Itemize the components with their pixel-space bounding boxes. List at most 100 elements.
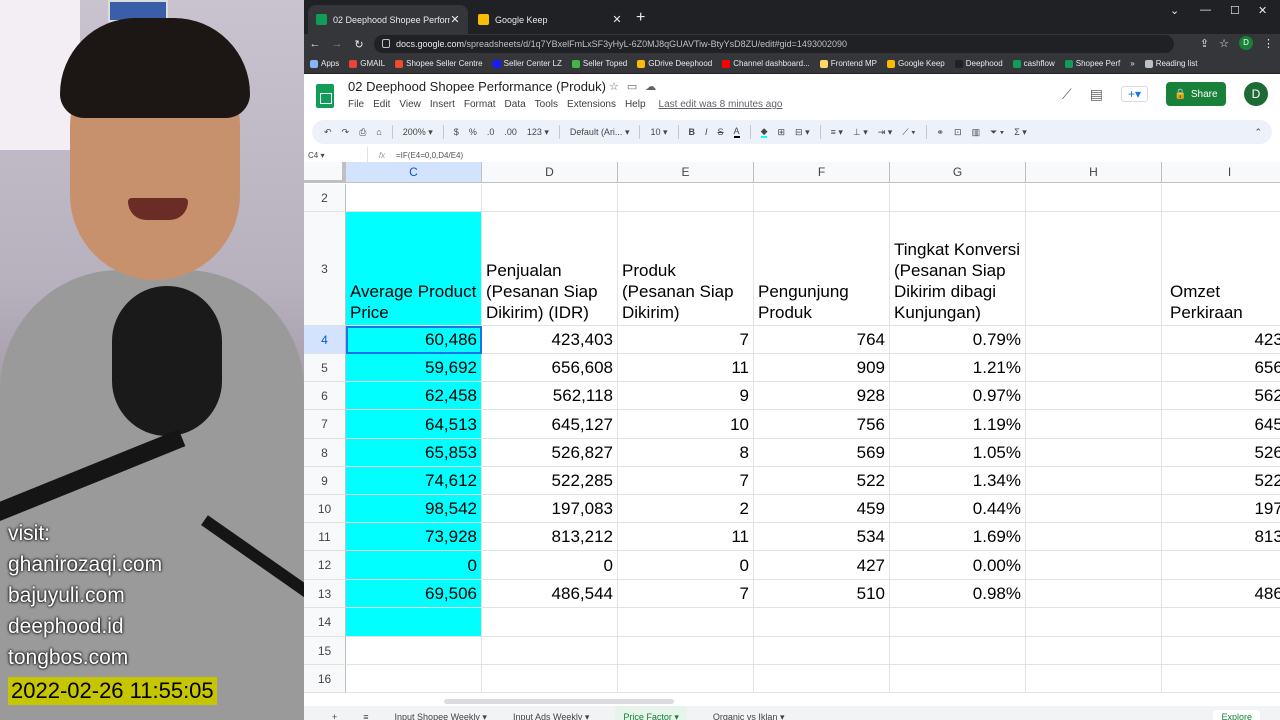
text-wrap-icon[interactable]: ⇥ ▾ (878, 127, 893, 138)
cell-c4[interactable]: 60,486 (346, 326, 482, 354)
header-cell-g[interactable]: Tingkat Konversi (Pesanan Siap Dikirim d… (890, 212, 1026, 326)
cell-g7[interactable]: 1.19% (890, 410, 1026, 439)
fill-color-icon[interactable]: ◆ (760, 126, 768, 138)
sheet-tab[interactable]: Price Factor ▾ (615, 706, 687, 720)
row-header[interactable]: 7 (304, 410, 346, 439)
cell-e9[interactable]: 7 (618, 467, 754, 495)
column-header-i[interactable]: I (1162, 162, 1280, 183)
cell-g15[interactable] (890, 637, 1026, 665)
cell-h7[interactable] (1026, 410, 1162, 439)
cell-i14[interactable] (1162, 608, 1280, 637)
cell-h2[interactable] (1026, 184, 1162, 212)
url-input[interactable]: docs.google.com/spreadsheets/d/1q7YBxelF… (374, 35, 1174, 53)
more-vert-icon[interactable]: ⋮ (1263, 37, 1274, 50)
close-icon[interactable]: ✕ (450, 13, 460, 26)
cell-f7[interactable]: 756 (754, 410, 890, 439)
insert-chart-icon[interactable]: ▥ (972, 127, 981, 138)
account-avatar[interactable]: D (1244, 82, 1268, 106)
cell-f6[interactable]: 928 (754, 382, 890, 410)
cell-d16[interactable] (482, 665, 618, 693)
column-header-g[interactable]: G (890, 162, 1026, 183)
cell-g13[interactable]: 0.98% (890, 580, 1026, 608)
horizontal-align-icon[interactable]: ≡ ▾ (831, 127, 843, 138)
cell-c14[interactable] (346, 608, 482, 637)
menu-view[interactable]: View (399, 99, 421, 110)
chevron-down-icon[interactable]: ⌄ (1170, 4, 1179, 17)
insert-comment-icon[interactable]: ⊡ (954, 127, 962, 138)
cell-f11[interactable]: 534 (754, 523, 890, 551)
merge-cells-icon[interactable]: ⊟ ▾ (795, 127, 810, 138)
last-edit-link[interactable]: Last edit was 8 minutes ago (659, 99, 783, 110)
star-icon[interactable]: ☆ (609, 80, 619, 93)
bookmark-item[interactable]: GDrive Deephood (637, 59, 712, 68)
share-button[interactable]: 🔒 Share (1166, 82, 1226, 106)
chevron-down-icon[interactable]: ▾ (672, 712, 679, 720)
vertical-align-icon[interactable]: ⊥ ▾ (853, 127, 868, 138)
select-all-corner[interactable] (304, 162, 346, 183)
cell-h13[interactable] (1026, 580, 1162, 608)
column-header-h[interactable]: H (1026, 162, 1162, 183)
bookmark-item[interactable]: Frontend MP (819, 59, 877, 68)
cell-h5[interactable] (1026, 354, 1162, 382)
row-header[interactable]: 16 (304, 665, 346, 693)
cell-d5[interactable]: 656,608 (482, 354, 618, 382)
increase-decimal-button[interactable]: .00 (504, 127, 517, 137)
cell-e15[interactable] (618, 637, 754, 665)
percent-format-button[interactable]: % (469, 127, 477, 137)
cell-g16[interactable] (890, 665, 1026, 693)
cell-d11[interactable]: 813,212 (482, 523, 618, 551)
cell-c15[interactable] (346, 637, 482, 665)
row-header[interactable]: 12 (304, 551, 346, 580)
sheet-tab[interactable]: Organic vs Iklan ▾ (713, 706, 785, 720)
all-sheets-icon[interactable]: ≡ (363, 706, 368, 720)
column-header-e[interactable]: E (618, 162, 754, 183)
cell-i5[interactable]: 656,6 (1162, 354, 1280, 382)
reload-icon[interactable]: ↻ (348, 38, 370, 51)
collapse-toolbar-icon[interactable]: ⌃ (1254, 127, 1262, 138)
cell-h14[interactable] (1026, 608, 1162, 637)
cell-c11[interactable]: 73,928 (346, 523, 482, 551)
row-header[interactable]: 3 (304, 212, 346, 326)
cell-f13[interactable]: 510 (754, 580, 890, 608)
cell-c16[interactable] (346, 665, 482, 693)
cell-d7[interactable]: 645,127 (482, 410, 618, 439)
bookmark-item[interactable]: Apps (310, 59, 339, 68)
cell-i13[interactable]: 486,5 (1162, 580, 1280, 608)
column-header-d[interactable]: D (482, 162, 618, 183)
chevron-down-icon[interactable]: ▾ (582, 712, 590, 720)
bookmark-item[interactable]: Channel dashboard... (722, 59, 810, 68)
header-cell-i[interactable]: Omzet Perkiraan (1162, 212, 1280, 326)
cell-g2[interactable] (890, 184, 1026, 212)
cell-g8[interactable]: 1.05% (890, 439, 1026, 467)
row-header[interactable]: 11 (304, 523, 346, 551)
bookmark-star-icon[interactable]: ☆ (1219, 37, 1229, 50)
cell-f15[interactable] (754, 637, 890, 665)
cell-i10[interactable]: 197,0 (1162, 495, 1280, 523)
cell-g14[interactable] (890, 608, 1026, 637)
cell-f5[interactable]: 909 (754, 354, 890, 382)
cell-g5[interactable]: 1.21% (890, 354, 1026, 382)
cell-h16[interactable] (1026, 665, 1162, 693)
cell-i4[interactable]: 423,4 (1162, 326, 1280, 354)
cell-f2[interactable] (754, 184, 890, 212)
cell-f14[interactable] (754, 608, 890, 637)
doc-title[interactable]: 02 Deephood Shopee Performance (Produk) (348, 79, 606, 94)
cell-e4[interactable]: 7 (618, 326, 754, 354)
cell-f16[interactable] (754, 665, 890, 693)
column-header-c[interactable]: C (346, 162, 482, 183)
cell-i15[interactable] (1162, 637, 1280, 665)
header-cell-e[interactable]: Produk (Pesanan Siap Dikirim) (618, 212, 754, 326)
bookmark-item[interactable]: cashflow (1012, 59, 1055, 68)
cell-c6[interactable]: 62,458 (346, 382, 482, 410)
menu-tools[interactable]: Tools (535, 99, 558, 110)
cell-g9[interactable]: 1.34% (890, 467, 1026, 495)
move-folder-icon[interactable]: ▭ (627, 80, 637, 93)
cell-c13[interactable]: 69,506 (346, 580, 482, 608)
row-header[interactable]: 2 (304, 184, 346, 212)
tab-keep[interactable]: Google Keep ✕ (470, 5, 630, 34)
cell-i9[interactable]: 522,2 (1162, 467, 1280, 495)
cell-i6[interactable]: 562,1 (1162, 382, 1280, 410)
cell-d15[interactable] (482, 637, 618, 665)
cell-e14[interactable] (618, 608, 754, 637)
cell-i11[interactable]: 813,2 (1162, 523, 1280, 551)
